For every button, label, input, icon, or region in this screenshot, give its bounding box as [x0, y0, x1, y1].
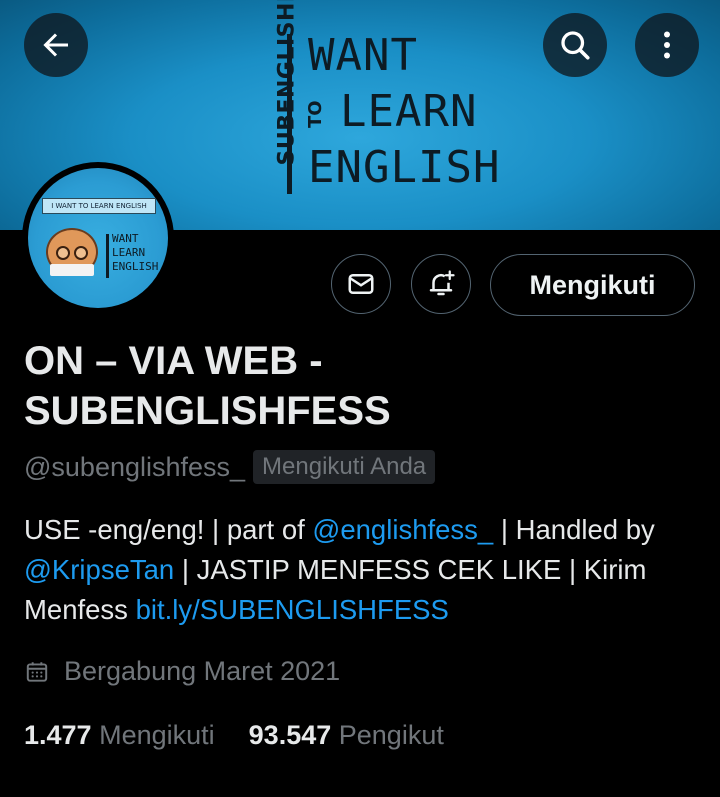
profile-avatar[interactable]: I WANT TO LEARN ENGLISH WANT LEARN ENGLI…	[22, 162, 174, 314]
notify-button[interactable]	[411, 254, 471, 314]
follow-stats: 1.477 Mengikuti 93.547 Pengikut	[24, 720, 444, 751]
following-stat[interactable]: 1.477 Mengikuti	[24, 720, 215, 751]
banner-word-to: TO	[305, 100, 326, 128]
search-button[interactable]	[543, 13, 607, 77]
bio-text: USE -eng/eng! | part of	[24, 514, 313, 545]
bell-plus-icon	[429, 270, 455, 296]
bio-link[interactable]: bit.ly/SUBENGLISHFESS	[136, 594, 449, 625]
search-icon	[561, 31, 590, 60]
avatar-image: I WANT TO LEARN ENGLISH WANT LEARN ENGLI…	[28, 168, 168, 308]
back-arrow-icon	[43, 33, 68, 57]
avatar-book	[50, 264, 94, 276]
profile-bio: USE -eng/eng! | part of @englishfess_ | …	[24, 510, 704, 630]
more-vertical-icon	[664, 31, 670, 59]
followers-count: 93.547	[248, 720, 332, 750]
join-date: Bergabung Maret 2021	[64, 656, 341, 686]
banner-word-learn: LEARN	[340, 86, 478, 137]
banner-word-want: WANT	[308, 30, 418, 81]
profile-handle: @subenglishfess_	[24, 451, 246, 482]
bio-text: | Handled by	[493, 514, 655, 545]
handle-row: @subenglishfess_ Mengikuti Anda	[24, 450, 436, 484]
calendar-icon	[26, 661, 48, 682]
avatar-bubble-text: I WANT TO LEARN ENGLISH	[42, 198, 156, 214]
back-button[interactable]	[24, 13, 88, 77]
avatar-words: WANT LEARN ENGLISH	[112, 232, 159, 273]
following-label: Mengikuti	[99, 720, 215, 750]
banner-logo: SUBENGLISHFESS WANT LEARN TO ENGLISH	[250, 0, 499, 198]
following-count: 1.477	[24, 720, 92, 750]
following-button[interactable]: Mengikuti	[490, 254, 695, 316]
bio-mention-kripsetan[interactable]: @KripseTan	[24, 554, 174, 585]
bio-mention-englishfess[interactable]: @englishfess_	[312, 514, 493, 545]
followers-label: Pengikut	[338, 720, 444, 750]
banner-word-english: ENGLISH	[308, 142, 501, 193]
more-button[interactable]	[635, 13, 699, 77]
message-button[interactable]	[331, 254, 391, 314]
join-date-row: Bergabung Maret 2021	[24, 656, 340, 687]
followers-stat[interactable]: 93.547 Pengikut	[249, 720, 444, 751]
follows-you-badge: Mengikuti Anda	[253, 450, 436, 484]
banner-divider	[287, 34, 292, 194]
profile-name: ON – VIA WEB - SUBENGLISHFESS	[24, 339, 391, 433]
mail-icon	[348, 274, 374, 294]
